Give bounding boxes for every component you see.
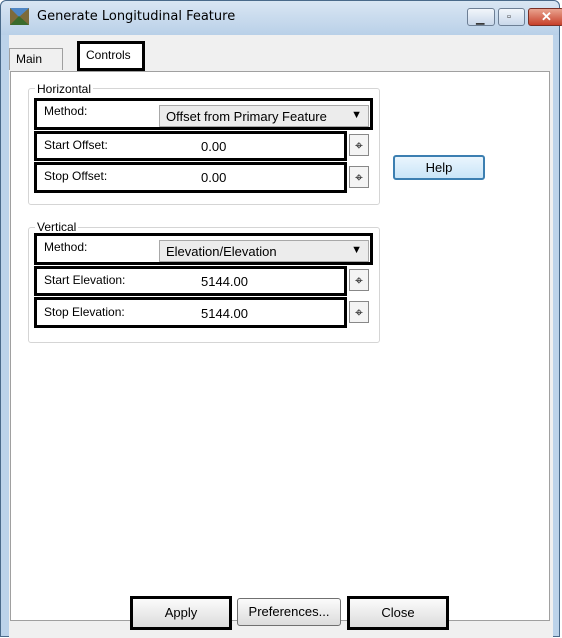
stop-elevation-label: Stop Elevation: bbox=[44, 305, 125, 319]
window-title: Generate Longitudinal Feature bbox=[37, 9, 236, 24]
tab-main[interactable]: Main bbox=[9, 48, 63, 70]
help-button[interactable]: Help bbox=[393, 155, 485, 180]
stop-elevation-field[interactable]: 5144.00 bbox=[201, 306, 248, 326]
tab-controls-label: Controls bbox=[86, 48, 131, 62]
stop-offset-label: Stop Offset: bbox=[44, 169, 108, 183]
maximize-icon: ▫ bbox=[507, 11, 511, 23]
apply-button[interactable]: Apply bbox=[130, 596, 232, 630]
start-elevation-field[interactable]: 5144.00 bbox=[201, 274, 248, 294]
minimize-icon: ▁ bbox=[476, 13, 485, 25]
vertical-method-label: Method: bbox=[44, 240, 88, 254]
horizontal-method-value: Offset from Primary Feature bbox=[166, 109, 327, 124]
start-elevation-label: Start Elevation: bbox=[44, 273, 126, 287]
crosshair-icon[interactable]: ⌖ bbox=[349, 134, 369, 156]
crosshair-icon[interactable]: ⌖ bbox=[349, 166, 369, 188]
vertical-legend: Vertical bbox=[35, 220, 79, 234]
stop-offset-field[interactable]: 0.00 bbox=[201, 170, 226, 190]
maximize-button[interactable]: ▫ bbox=[498, 8, 525, 26]
horizontal-legend: Horizontal bbox=[35, 82, 94, 96]
close-window-button[interactable]: ✕ bbox=[528, 8, 562, 26]
horizontal-method-select[interactable]: Offset from Primary Feature ▼ bbox=[159, 105, 369, 127]
close-button[interactable]: Close bbox=[347, 596, 449, 630]
title-bar[interactable]: Generate Longitudinal Feature ▁ ▫ ✕ bbox=[1, 1, 562, 35]
preferences-button[interactable]: Preferences... bbox=[237, 598, 341, 626]
minimize-button[interactable]: ▁ bbox=[467, 8, 495, 26]
tab-main-label: Main bbox=[16, 52, 43, 66]
crosshair-icon[interactable]: ⌖ bbox=[349, 301, 369, 323]
chevron-down-icon: ▼ bbox=[351, 244, 362, 256]
chevron-down-icon: ▼ bbox=[351, 109, 362, 121]
vertical-method-value: Elevation/Elevation bbox=[166, 244, 277, 259]
close-icon: ✕ bbox=[541, 9, 552, 24]
crosshair-icon[interactable]: ⌖ bbox=[349, 269, 369, 291]
vertical-method-select[interactable]: Elevation/Elevation ▼ bbox=[159, 240, 369, 262]
horizontal-method-label: Method: bbox=[44, 104, 88, 118]
start-offset-label: Start Offset: bbox=[44, 138, 108, 152]
app-icon bbox=[10, 8, 29, 25]
tab-controls[interactable]: Controls bbox=[77, 41, 145, 71]
start-offset-field[interactable]: 0.00 bbox=[201, 139, 226, 159]
